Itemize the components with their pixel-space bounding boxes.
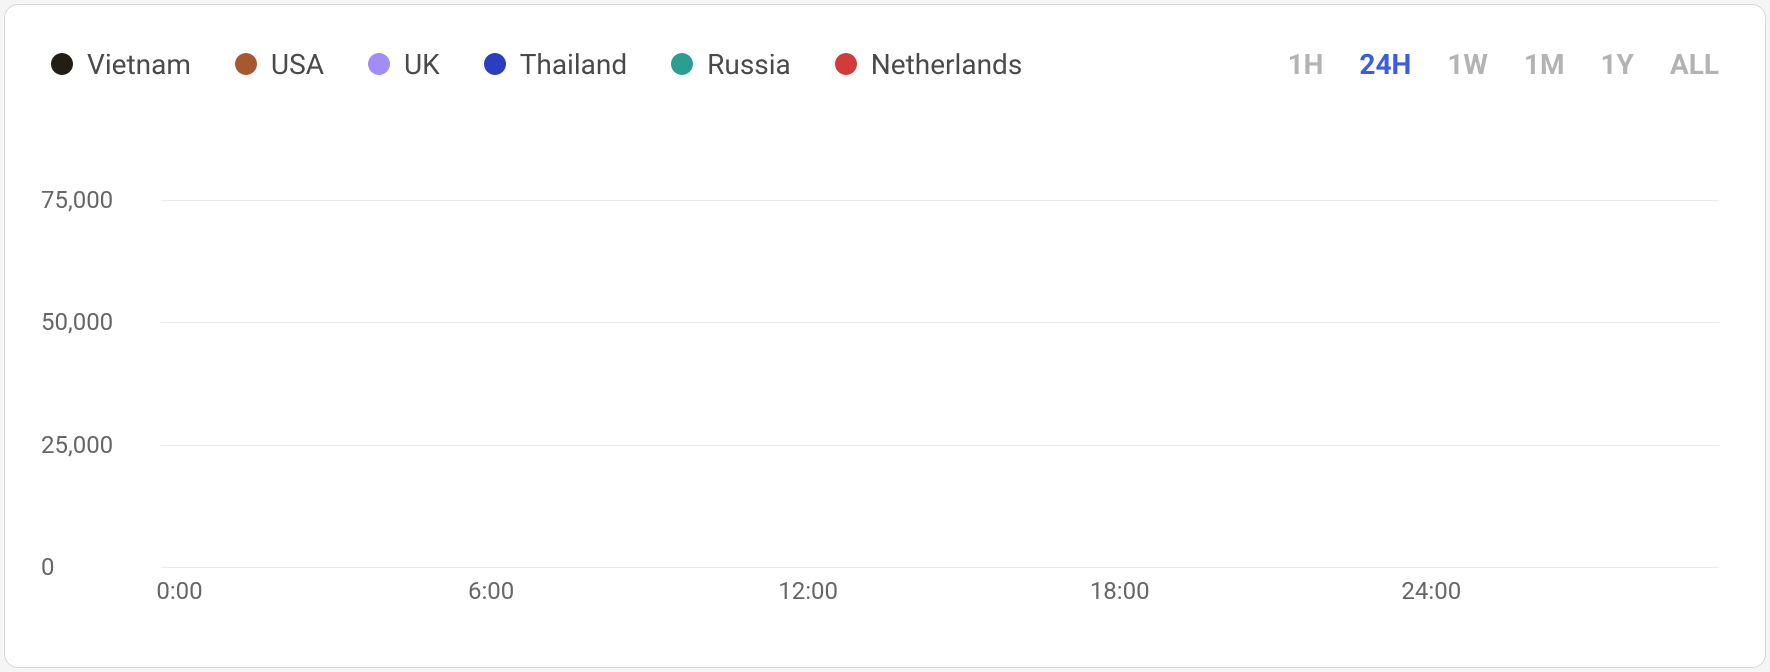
time-range-selector: 1H 24H 1W 1M 1Y ALL (1288, 48, 1719, 81)
chart-header: Vietnam USA UK Thailand Russia Netherlands 1H… (41, 29, 1729, 99)
x-tick-label: 18:00 (1090, 577, 1150, 605)
plot-region: 025,00050,00075,000 (161, 175, 1719, 567)
range-1w[interactable]: 1W (1447, 48, 1488, 81)
legend-item-thailand[interactable]: Thailand (484, 48, 627, 81)
legend-label: UK (404, 48, 440, 81)
y-tick-label: 0 (41, 553, 151, 581)
range-1y[interactable]: 1Y (1600, 48, 1633, 81)
legend-label: Thailand (520, 48, 627, 81)
legend-swatch (368, 53, 390, 75)
x-tick-label: 24:00 (1401, 577, 1461, 605)
legend-swatch (671, 53, 693, 75)
legend: Vietnam USA UK Thailand Russia Netherlands (51, 48, 1022, 81)
legend-item-russia[interactable]: Russia (671, 48, 791, 81)
legend-swatch (51, 53, 73, 75)
grid-line (161, 322, 1719, 323)
chart-card: Vietnam USA UK Thailand Russia Netherlands 1H… (4, 4, 1766, 668)
grid-line (161, 445, 1719, 446)
x-tick-label: 0:00 (156, 577, 202, 605)
bar-container (161, 175, 1719, 567)
y-tick-label: 25,000 (41, 431, 151, 459)
x-tick-label: 12:00 (778, 577, 838, 605)
legend-label: USA (271, 48, 324, 81)
x-tick-label: 6:00 (468, 577, 514, 605)
legend-item-uk[interactable]: UK (368, 48, 440, 81)
range-1m[interactable]: 1M (1524, 48, 1565, 81)
range-1h[interactable]: 1H (1288, 48, 1324, 81)
legend-label: Vietnam (87, 48, 191, 81)
y-tick-label: 50,000 (41, 308, 151, 336)
y-tick-label: 75,000 (41, 186, 151, 214)
legend-swatch (484, 53, 506, 75)
range-24h[interactable]: 24H (1359, 48, 1411, 81)
legend-item-vietnam[interactable]: Vietnam (51, 48, 191, 81)
legend-item-netherlands[interactable]: Netherlands (835, 48, 1022, 81)
grid-line (161, 200, 1719, 201)
range-all[interactable]: ALL (1670, 48, 1719, 81)
legend-label: Netherlands (871, 48, 1022, 81)
grid-line (161, 567, 1719, 568)
legend-swatch (835, 53, 857, 75)
legend-item-usa[interactable]: USA (235, 48, 324, 81)
chart-area: 025,00050,00075,000 0:006:0012:0018:0024… (41, 135, 1729, 637)
legend-swatch (235, 53, 257, 75)
x-axis: 0:006:0012:0018:0024:00 (161, 577, 1719, 617)
legend-label: Russia (707, 48, 791, 81)
